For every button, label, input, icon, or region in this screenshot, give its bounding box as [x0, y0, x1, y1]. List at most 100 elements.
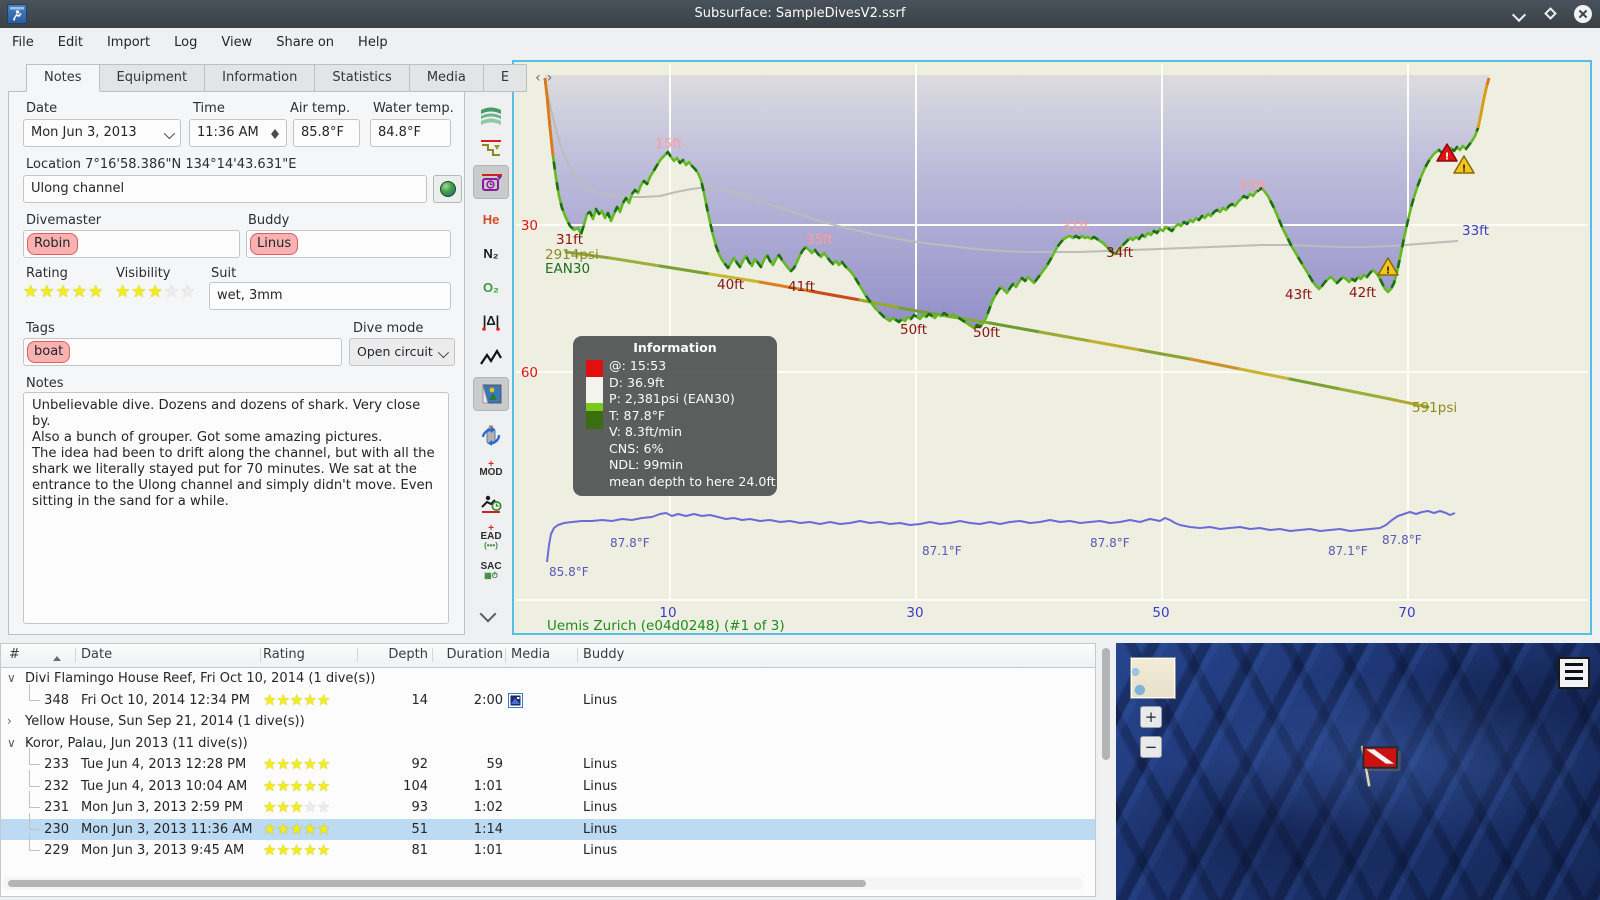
- star-filled-icon[interactable]: ★: [303, 777, 316, 795]
- star-filled-icon[interactable]: ★: [290, 691, 303, 709]
- tab-information[interactable]: Information: [205, 64, 316, 92]
- spinner-icon[interactable]: [270, 123, 280, 145]
- trip-row[interactable]: › Yellow House, Sun Sep 21, 2014 (1 dive(…: [1, 711, 1095, 732]
- menu-share-on[interactable]: Share on: [264, 28, 346, 58]
- nitrogen-pp-icon[interactable]: N₂: [473, 238, 509, 268]
- column-header-date[interactable]: Date: [81, 644, 112, 666]
- map-location-button[interactable]: [433, 175, 462, 203]
- map-zoom-in-button[interactable]: +: [1140, 706, 1162, 728]
- star-filled-icon[interactable]: ★: [23, 282, 39, 302]
- divemaster-field[interactable]: Robin: [23, 230, 240, 258]
- sac-icon[interactable]: SAC ▦⏱: [473, 556, 509, 586]
- column-header-duration[interactable]: Duration: [433, 644, 503, 666]
- star-filled-icon[interactable]: ★: [263, 820, 276, 838]
- star-filled-icon[interactable]: ★: [263, 841, 276, 859]
- dive-site-map[interactable]: + −: [1116, 643, 1600, 900]
- vertical-scrollbar-thumb[interactable]: [1102, 648, 1110, 760]
- tab-statistics[interactable]: Statistics: [315, 64, 410, 92]
- trip-row[interactable]: ∨ Koror, Palau, Jun 2013 (11 dive(s)): [1, 733, 1095, 754]
- star-filled-icon[interactable]: ★: [148, 282, 164, 302]
- star-filled-icon[interactable]: ★: [317, 777, 330, 795]
- column-header-buddy[interactable]: Buddy: [583, 644, 624, 666]
- star-filled-icon[interactable]: ★: [263, 777, 276, 795]
- map-zoom-out-button[interactable]: −: [1140, 736, 1162, 758]
- star-filled-icon[interactable]: ★: [72, 282, 88, 302]
- dive-row[interactable]: 232 Tue Jun 4, 2013 10:04 AM ★★★★★ 104 1:01 L…: [1, 769, 1095, 797]
- rating-stars[interactable]: ★★★★★: [23, 284, 104, 301]
- star-empty-icon[interactable]: ★: [164, 282, 180, 302]
- close-icon[interactable]: [1574, 5, 1592, 23]
- star-empty-icon[interactable]: ★: [180, 282, 196, 302]
- star-filled-icon[interactable]: ★: [276, 777, 289, 795]
- star-filled-icon[interactable]: ★: [276, 755, 289, 773]
- star-filled-icon[interactable]: ★: [88, 282, 104, 302]
- water-temp-field[interactable]: 84.8°F: [370, 119, 451, 147]
- ruler-icon[interactable]: |Δ|: [473, 306, 509, 336]
- dc-ceiling-icon[interactable]: [473, 488, 509, 518]
- star-filled-icon[interactable]: ★: [317, 841, 330, 859]
- overview-map-thumbnail[interactable]: [1130, 657, 1176, 699]
- tab-scroll-left-icon[interactable]: ‹: [535, 70, 541, 86]
- tank-bar-icon[interactable]: [473, 420, 509, 450]
- buddy-field[interactable]: Linus: [246, 230, 451, 258]
- suit-field[interactable]: wet, 3mm: [209, 282, 451, 310]
- star-filled-icon[interactable]: ★: [303, 691, 316, 709]
- horizontal-scrollbar-thumb[interactable]: [8, 880, 866, 887]
- dive-profile-chart[interactable]: 15ft 35ft 31ft 23ft 31ft 40ft 41ft 50ft 50ft 34ft…: [512, 60, 1592, 635]
- sort-ascending-icon[interactable]: [53, 652, 61, 661]
- divemaster-chip[interactable]: Robin: [27, 233, 78, 255]
- location-field[interactable]: Ulong channel: [23, 175, 427, 203]
- star-filled-icon[interactable]: ★: [39, 282, 55, 302]
- star-filled-icon[interactable]: ★: [276, 820, 289, 838]
- star-filled-icon[interactable]: ★: [317, 820, 330, 838]
- column-header-num[interactable]: #: [9, 644, 20, 666]
- date-field[interactable]: Mon Jun 3, 2013: [23, 119, 181, 147]
- star-filled-icon[interactable]: ★: [276, 798, 289, 816]
- star-filled-icon[interactable]: ★: [290, 777, 303, 795]
- menu-log[interactable]: Log: [162, 28, 209, 58]
- star-filled-icon[interactable]: ★: [276, 841, 289, 859]
- star-filled-icon[interactable]: ★: [263, 798, 276, 816]
- ead-icon[interactable]: + EAD (•••): [473, 522, 509, 552]
- oxygen-pp-icon[interactable]: O₂: [473, 272, 509, 302]
- calculated-ceiling-icon[interactable]: [473, 134, 509, 164]
- tag-chip[interactable]: boat: [27, 341, 71, 363]
- column-header-depth[interactable]: Depth: [358, 644, 428, 666]
- menu-view[interactable]: View: [209, 28, 264, 58]
- star-filled-icon[interactable]: ★: [290, 798, 303, 816]
- dive-mode-select[interactable]: Open circuit: [349, 338, 455, 366]
- star-empty-icon[interactable]: ★: [317, 798, 330, 816]
- dive-flag-marker[interactable]: [1348, 735, 1412, 799]
- dive-row[interactable]: 229 Mon Jun 3, 2013 9:45 AM ★★★★★ 81 1:01 Lin…: [1, 834, 1095, 861]
- menu-import[interactable]: Import: [95, 28, 162, 58]
- dive-row[interactable]: 230 Mon Jun 3, 2013 11:36 AM ★★★★★ 51 1:14 Li…: [1, 812, 1095, 840]
- star-empty-icon[interactable]: ★: [303, 798, 316, 816]
- star-filled-icon[interactable]: ★: [290, 755, 303, 773]
- star-filled-icon[interactable]: ★: [115, 282, 131, 302]
- air-temp-field[interactable]: 85.8°F: [293, 119, 360, 147]
- minimize-icon[interactable]: [1510, 5, 1528, 23]
- menu-file[interactable]: File: [0, 28, 46, 58]
- maximize-icon[interactable]: [1542, 5, 1560, 23]
- star-filled-icon[interactable]: ★: [303, 755, 316, 773]
- star-filled-icon[interactable]: ★: [303, 820, 316, 838]
- star-filled-icon[interactable]: ★: [303, 841, 316, 859]
- dive-row[interactable]: 233 Tue Jun 4, 2013 12:28 PM ★★★★★ 92 59 Linu…: [1, 748, 1095, 775]
- horizontal-scrollbar[interactable]: [3, 877, 1083, 890]
- tab-notes[interactable]: Notes: [26, 64, 100, 92]
- collapse-icon[interactable]: ∨: [7, 733, 21, 754]
- star-filled-icon[interactable]: ★: [290, 841, 303, 859]
- star-filled-icon[interactable]: ★: [263, 691, 276, 709]
- time-field[interactable]: 11:36 AM: [189, 119, 287, 147]
- toolbar-scroll-down-icon[interactable]: [480, 608, 496, 620]
- column-header-rating[interactable]: Rating: [263, 644, 305, 666]
- collapse-icon[interactable]: ∨: [7, 668, 21, 689]
- tab-equipment[interactable]: Equipment: [99, 64, 206, 92]
- dive-row[interactable]: 348 Fri Oct 10, 2014 12:34 PM ★★★★★ 14 2:00 L…: [1, 683, 1095, 711]
- mod-icon[interactable]: + MOD: [473, 454, 509, 484]
- menu-help[interactable]: Help: [346, 28, 400, 58]
- star-filled-icon[interactable]: ★: [263, 755, 276, 773]
- visibility-stars[interactable]: ★★★★★: [115, 284, 196, 301]
- column-header-media[interactable]: Media: [511, 644, 550, 666]
- tissues-icon[interactable]: [473, 165, 509, 199]
